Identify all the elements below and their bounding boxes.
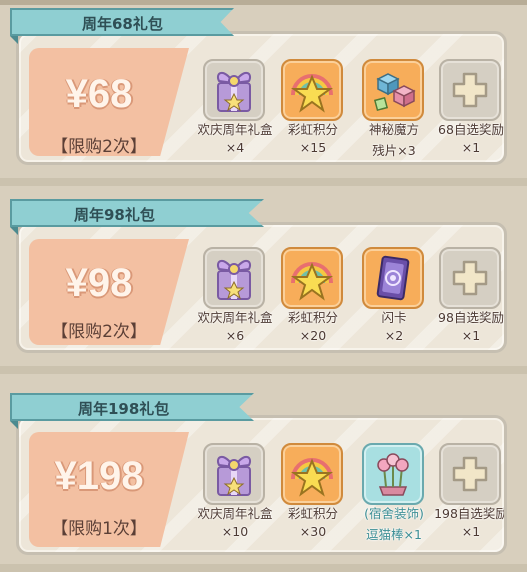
pack-card: ¥198 【限购1次】 欢庆周年礼盒 ×10 彩虹积分 ×30 (宿舍装饰) 逗… bbox=[16, 415, 507, 555]
bottom-edge bbox=[0, 564, 527, 572]
magic-cube-icon bbox=[362, 59, 424, 121]
limit-label: 【限购2次】 bbox=[51, 137, 147, 157]
item-qty: 残片×3 bbox=[372, 143, 416, 158]
item-name: 闪卡 bbox=[381, 310, 407, 325]
limit-label: 【限购2次】 bbox=[51, 322, 147, 342]
top-edge bbox=[0, 0, 527, 5]
item-qty: ×1 bbox=[461, 524, 481, 539]
plus-icon bbox=[439, 59, 501, 121]
limit-label: 【限购1次】 bbox=[51, 519, 147, 539]
pack-card: ¥68 【限购2次】 欢庆周年礼盒 ×4 彩虹积分 ×15 神秘魔方 残片×3 … bbox=[16, 31, 507, 165]
plus-icon bbox=[439, 247, 501, 309]
rainbow-star-icon bbox=[281, 443, 343, 505]
banner-fold bbox=[10, 36, 18, 44]
price-label: ¥98 bbox=[65, 261, 133, 305]
item-name: 欢庆周年礼盒 bbox=[197, 122, 273, 137]
item-name: 彩虹积分 bbox=[287, 310, 338, 325]
item-name: 98自选奖励 bbox=[438, 310, 504, 325]
item-name: 彩虹积分 bbox=[287, 122, 338, 137]
cat-teaser-icon bbox=[362, 443, 424, 505]
item-qty: ×10 bbox=[221, 524, 249, 539]
item-qty: ×20 bbox=[299, 328, 327, 343]
item-name: 68自选奖励 bbox=[438, 122, 504, 137]
item-qty: ×6 bbox=[225, 328, 245, 343]
item-qty: ×4 bbox=[225, 140, 245, 155]
item-qty: 逗猫棒×1 bbox=[366, 527, 422, 542]
pack-title: 周年98礼包 bbox=[74, 206, 155, 224]
item-name: 欢庆周年礼盒 bbox=[197, 506, 273, 521]
item-qty: ×1 bbox=[461, 328, 481, 343]
divider bbox=[0, 366, 527, 374]
price-panel: ¥98 【限购2次】 bbox=[29, 239, 189, 345]
price-panel: ¥198 【限购1次】 bbox=[29, 432, 189, 547]
plus-icon bbox=[439, 443, 501, 505]
item-qty: ×30 bbox=[299, 524, 327, 539]
pack-title: 周年68礼包 bbox=[82, 15, 163, 33]
flash-card-icon bbox=[362, 247, 424, 309]
price-panel: ¥68 【限购2次】 bbox=[29, 48, 189, 156]
pack-card: ¥98 【限购2次】 欢庆周年礼盒 ×6 彩虹积分 ×20 闪卡 ×2 98自选… bbox=[16, 222, 507, 353]
divider bbox=[0, 178, 527, 186]
item-name: 彩虹积分 bbox=[287, 506, 338, 521]
rainbow-star-icon bbox=[281, 59, 343, 121]
price-label: ¥198 bbox=[54, 454, 144, 498]
item-name: 欢庆周年礼盒 bbox=[197, 310, 273, 325]
pack-title-banner: 周年68礼包 bbox=[10, 8, 234, 36]
item-name: (宿舍装饰) bbox=[364, 506, 424, 521]
pack-title: 周年198礼包 bbox=[78, 400, 170, 418]
pack-title-banner: 周年98礼包 bbox=[10, 199, 264, 227]
item-name: 神秘魔方 bbox=[368, 122, 419, 137]
pack-title-banner: 周年198礼包 bbox=[10, 393, 254, 421]
rainbow-star-icon bbox=[281, 247, 343, 309]
banner-fold bbox=[10, 421, 18, 429]
item-qty: ×2 bbox=[384, 328, 404, 343]
gift-box-icon bbox=[203, 59, 265, 121]
item-name: 198自选奖励 bbox=[434, 506, 507, 521]
item-qty: ×15 bbox=[299, 140, 327, 155]
gift-box-icon bbox=[203, 247, 265, 309]
price-label: ¥68 bbox=[65, 72, 133, 116]
item-qty: ×1 bbox=[461, 140, 481, 155]
gift-box-icon bbox=[203, 443, 265, 505]
